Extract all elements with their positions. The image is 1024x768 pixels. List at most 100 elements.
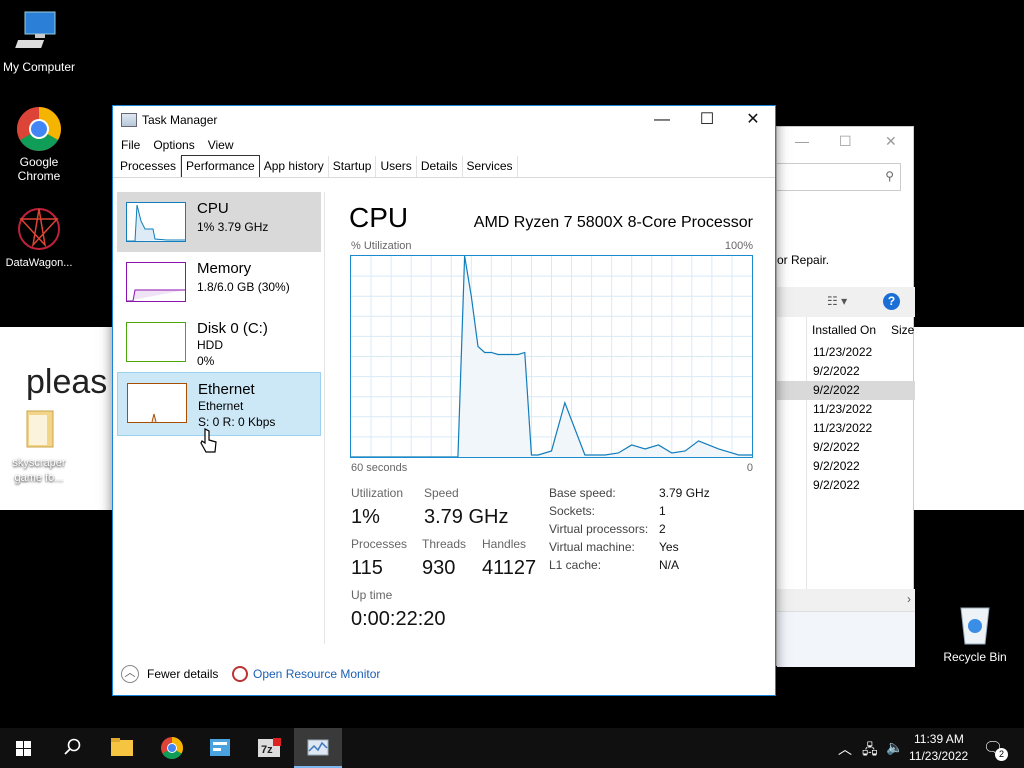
- datawagon-icon: [15, 205, 63, 253]
- tab-processes[interactable]: Processes: [116, 156, 182, 177]
- table-row[interactable]: 11/23/2022: [777, 419, 915, 438]
- column-header-size[interactable]: Size: [891, 323, 914, 337]
- notification-count: 2: [995, 748, 1008, 761]
- desktop-icon-recycle-bin[interactable]: Recycle Bin: [936, 600, 1014, 664]
- search-icon: ⚲: [885, 169, 894, 183]
- table-row[interactable]: 9/2/2022: [777, 476, 915, 495]
- spec-value: 3.79 GHz: [659, 486, 710, 500]
- cpu-model: AMD Ryzen 7 5800X 8-Core Processor: [473, 214, 753, 231]
- tab-users[interactable]: Users: [376, 156, 417, 177]
- close-button[interactable]: ✕: [730, 106, 776, 134]
- resource-name: Ethernet: [198, 381, 255, 398]
- handles-value: 41127: [482, 557, 537, 579]
- table-row[interactable]: 11/23/2022: [777, 400, 915, 419]
- table-row-selected[interactable]: 9/2/2022: [777, 381, 915, 400]
- resource-detail: 1% 3.79 GHz: [197, 220, 269, 234]
- table-row[interactable]: 9/2/2022: [777, 438, 915, 457]
- horizontal-scrollbar[interactable]: ›: [777, 589, 915, 611]
- clock-date[interactable]: 11/23/2022: [909, 749, 968, 763]
- search-box[interactable]: ⚲: [777, 163, 901, 191]
- desktop-icon-label: skyscraper game fo...: [12, 457, 66, 484]
- menu-bar: File Options View: [113, 134, 775, 156]
- desktop-icon-google-chrome[interactable]: Google Chrome: [0, 105, 78, 183]
- tab-details[interactable]: Details: [417, 156, 463, 177]
- task-manager-window[interactable]: Task Manager — ☐ ✕ File Options View Pro…: [112, 105, 776, 696]
- background-text: pleas: [26, 363, 108, 401]
- taskbar-task-manager[interactable]: [294, 728, 342, 768]
- table-row[interactable]: 9/2/2022: [777, 457, 915, 476]
- open-resource-monitor-link[interactable]: Open Resource Monitor: [253, 667, 380, 681]
- cpu-thumbnail-graph: [126, 202, 186, 242]
- window-title: Task Manager: [142, 113, 218, 127]
- folder-icon: [15, 405, 63, 453]
- minimize-icon[interactable]: —: [795, 133, 809, 149]
- tab-startup[interactable]: Startup: [329, 156, 377, 177]
- table-row[interactable]: 11/23/2022: [777, 343, 915, 362]
- folder-icon: [111, 738, 133, 756]
- title-bar[interactable]: Task Manager — ☐ ✕: [113, 106, 775, 134]
- column-header-installed-on[interactable]: Installed On: [812, 323, 876, 337]
- taskbar-7zip[interactable]: 7z: [245, 728, 293, 768]
- network-icon[interactable]: 🖧: [862, 739, 878, 763]
- desktop-icon-datawagon[interactable]: DataWagon...: [0, 205, 78, 270]
- desktop-icon-label: Recycle Bin: [943, 650, 1007, 664]
- resource-monitor-icon: [232, 666, 248, 682]
- start-button[interactable]: [0, 728, 48, 768]
- taskbar-control-panel[interactable]: [196, 728, 244, 768]
- taskbar-chrome[interactable]: [148, 728, 196, 768]
- maximize-button[interactable]: ☐: [684, 106, 730, 134]
- tab-strip: Processes Performance App history Startu…: [113, 155, 775, 178]
- view-options-icon[interactable]: ☷ ▾: [827, 294, 847, 308]
- resource-detail: Ethernet: [198, 399, 244, 413]
- graph-min-label: 0: [746, 462, 753, 474]
- desktop-icon-skyscraper[interactable]: skyscraper game fo...: [0, 405, 78, 485]
- pane-divider[interactable]: [324, 192, 325, 644]
- background-toolbar: ☷ ▾ ?: [777, 287, 915, 317]
- tab-app-history[interactable]: App history: [260, 156, 329, 177]
- speed-label: Speed: [424, 486, 459, 500]
- details-panel: [777, 611, 915, 667]
- memory-thumbnail-graph: [126, 262, 186, 302]
- panel-heading: CPU: [349, 202, 409, 233]
- resource-cpu[interactable]: CPU 1% 3.79 GHz: [117, 192, 321, 252]
- chrome-icon: [161, 737, 183, 759]
- ethernet-thumbnail-graph: [127, 383, 187, 423]
- utilization-value: 1%: [351, 506, 380, 528]
- graph-max-label: 100%: [724, 240, 753, 252]
- menu-view[interactable]: View: [208, 134, 241, 156]
- spec-key: Virtual processors:: [549, 522, 649, 536]
- table-row[interactable]: 9/2/2022: [777, 362, 915, 381]
- scroll-right-icon[interactable]: ›: [907, 592, 911, 606]
- chevron-up-icon[interactable]: ︿: [838, 739, 852, 759]
- resource-disk[interactable]: Disk 0 (C:) HDD 0%: [117, 312, 321, 372]
- background-programs-window[interactable]: — ☐ ✕ ⚲ or Repair. ☷ ▾ ? Installed On Si…: [776, 126, 915, 667]
- desktop-icon-my-computer[interactable]: My Computer: [0, 10, 78, 74]
- spec-value: 2: [659, 522, 666, 536]
- help-icon[interactable]: ?: [883, 293, 900, 310]
- control-panel-icon: [210, 739, 230, 756]
- footer: ︿ Fewer details Open Resource Monitor: [113, 656, 775, 696]
- menu-options[interactable]: Options: [153, 134, 201, 156]
- volume-icon[interactable]: 🔈: [886, 739, 903, 756]
- cpu-utilization-graph: [350, 255, 753, 458]
- minimize-button[interactable]: —: [639, 106, 685, 134]
- clock-time[interactable]: 11:39 AM: [914, 732, 964, 746]
- fewer-details-link[interactable]: Fewer details: [147, 667, 218, 681]
- chevron-up-icon[interactable]: ︿: [121, 665, 139, 683]
- utilization-label: Utilization: [351, 486, 404, 500]
- tab-services[interactable]: Services: [463, 156, 518, 177]
- taskbar-file-explorer[interactable]: [98, 728, 146, 768]
- resource-detail: 1.8/6.0 GB (30%): [197, 280, 290, 294]
- spec-key: Virtual machine:: [549, 540, 635, 554]
- search-button[interactable]: [48, 728, 96, 768]
- resource-detail: 0%: [197, 354, 215, 368]
- close-icon[interactable]: ✕: [885, 133, 897, 150]
- spec-key: Sockets:: [549, 504, 596, 518]
- resource-name: Memory: [197, 260, 252, 277]
- resource-ethernet[interactable]: Ethernet Ethernet S: 0 R: 0 Kbps: [117, 372, 321, 436]
- resource-memory[interactable]: Memory 1.8/6.0 GB (30%): [117, 252, 321, 312]
- maximize-icon[interactable]: ☐: [839, 133, 852, 150]
- tab-performance[interactable]: Performance: [181, 155, 260, 177]
- windows-icon: [16, 741, 31, 756]
- menu-file[interactable]: File: [121, 134, 147, 156]
